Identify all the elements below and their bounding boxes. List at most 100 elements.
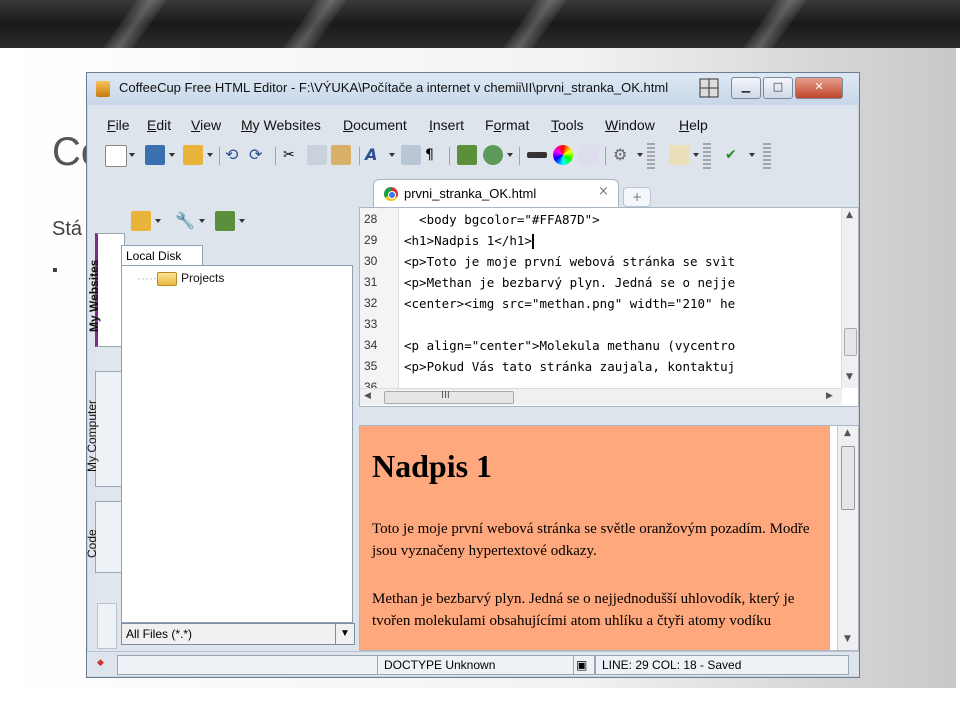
web-icon[interactable] xyxy=(483,145,503,165)
code-line[interactable]: <p>Pokud Vás tato stránka zaujala, konta… xyxy=(404,359,832,374)
image-icon[interactable] xyxy=(457,145,477,165)
status-empty xyxy=(117,655,379,675)
maximize-button[interactable]: □ xyxy=(763,77,793,99)
file-filter-select[interactable]: All Files (*.*) ▼ xyxy=(121,623,355,645)
tree-item-projects[interactable]: ····· Projects xyxy=(137,271,224,286)
preview-scrollbar[interactable]: ▲ ▼ xyxy=(837,426,858,650)
code-line[interactable]: <body bgcolor="#FFA87D"> xyxy=(404,212,832,227)
folder-icon xyxy=(156,271,177,286)
scroll-up-icon[interactable]: ▲ xyxy=(844,428,851,438)
left-scroll-control[interactable] xyxy=(97,603,117,649)
menu-format[interactable]: Format xyxy=(485,117,529,133)
settings-gear-icon[interactable]: ⚙ xyxy=(613,145,633,165)
panel-toggle-icon[interactable]: ◆ xyxy=(97,658,104,668)
redo-icon[interactable]: ⟳ xyxy=(249,145,269,165)
footer-block xyxy=(745,688,845,716)
paragraph-icon[interactable]: ¶ xyxy=(425,145,445,165)
code-horizontal-scrollbar[interactable]: ◀ III ▶ xyxy=(360,388,842,405)
footer-block xyxy=(120,688,270,716)
slide-banner xyxy=(0,0,960,48)
line-number: 35 xyxy=(364,359,378,373)
main-toolbar: ⟲ ⟳ ✂ A ¶ ⚙ ✔ xyxy=(103,143,857,173)
menu-insert[interactable]: Insert xyxy=(429,117,464,133)
menu-tools[interactable]: Tools xyxy=(551,117,584,133)
local-disk-tab[interactable]: Local Disk xyxy=(121,245,203,266)
footer-block xyxy=(640,688,740,716)
code-line[interactable]: <p align="center">Molekula methanu (vyce… xyxy=(404,338,832,353)
window-title: CoffeeCup Free HTML Editor - F:\VÝUKA\Po… xyxy=(119,80,669,95)
status-bar: ◆ DOCTYPE Unknown ▣ LINE: 29 COL: 18 - S… xyxy=(87,651,859,676)
font-icon[interactable]: A xyxy=(365,145,385,165)
line-number: 33 xyxy=(364,317,378,331)
menu-my-websites[interactable]: My Websites xyxy=(241,117,321,133)
scroll-up-icon[interactable]: ▲ xyxy=(846,210,853,220)
paste-icon[interactable] xyxy=(331,145,351,165)
undo-icon[interactable]: ⟲ xyxy=(225,145,245,165)
cursor-position-status: LINE: 29 COL: 18 - Saved xyxy=(595,655,849,675)
close-button[interactable]: ✕ xyxy=(795,77,843,99)
scroll-down-icon[interactable]: ▼ xyxy=(844,634,851,644)
menu-edit[interactable]: Edit xyxy=(147,117,171,133)
folder-tree: ····· Projects xyxy=(121,265,353,623)
preview-heading: Nadpis 1 xyxy=(372,448,493,484)
menu-help[interactable]: Help xyxy=(679,117,708,133)
menu-file[interactable]: File xyxy=(107,117,130,133)
menu-view[interactable]: View xyxy=(191,117,221,133)
menu-bar: File Edit View My Websites Document Inse… xyxy=(95,113,855,135)
preview-page: Nadpis 1 Toto je moje první webová strán… xyxy=(360,426,830,650)
color-picker-icon[interactable] xyxy=(553,145,573,165)
scroll-left-icon[interactable]: ◀ xyxy=(364,391,371,401)
save-status-icon: ▣ xyxy=(573,655,595,675)
chevron-down-icon: ▼ xyxy=(335,624,354,644)
code-vertical-scrollbar[interactable]: ▲ ▼ xyxy=(841,208,858,388)
preview-paragraph-1: Toto je moje první webová stránka se svě… xyxy=(372,521,810,559)
menu-window[interactable]: Window xyxy=(605,117,655,133)
find-icon[interactable] xyxy=(401,145,421,165)
hscroll-thumb[interactable]: III xyxy=(384,390,514,404)
new-file-icon[interactable] xyxy=(105,145,127,167)
new-folder-icon[interactable] xyxy=(131,211,151,231)
scroll-down-icon[interactable]: ▼ xyxy=(846,372,853,382)
code-line[interactable]: <p>Toto je moje první webová stránka se … xyxy=(404,254,832,269)
editor-window: CoffeeCup Free HTML Editor - F:\VÝUKA\Po… xyxy=(85,72,860,678)
tab-close-icon[interactable]: × xyxy=(598,184,609,199)
doctype-status: DOCTYPE Unknown xyxy=(377,655,575,675)
layout-grid-icon[interactable] xyxy=(699,78,719,98)
tools-wrench-icon[interactable]: 🔧 xyxy=(175,211,195,231)
tab-prvni-stranka[interactable]: prvni_stranka_OK.html × xyxy=(373,179,619,208)
code-line[interactable]: <center><img src="methan.png" width="210… xyxy=(404,296,832,311)
minimize-button[interactable]: ▁ xyxy=(731,77,761,99)
menu-document[interactable]: Document xyxy=(343,117,407,133)
line-number: 28 xyxy=(364,212,378,226)
file-browser-toolbar: 🔧 xyxy=(119,209,353,239)
line-number: 30 xyxy=(364,254,378,268)
tab-code-label: Code xyxy=(85,529,99,558)
slide-bullet: ▪ xyxy=(52,262,58,279)
preview-paragraph-2: Methan je bezbarvý plyn. Jedná se o nejj… xyxy=(372,591,795,629)
spellcheck-icon[interactable]: ✔ xyxy=(725,145,745,165)
new-tab-button[interactable]: + xyxy=(623,187,651,207)
live-preview-pane[interactable]: Nadpis 1 Toto je moje první webová strán… xyxy=(359,425,859,651)
scroll-right-icon[interactable]: ▶ xyxy=(826,391,833,401)
text-caret xyxy=(531,234,534,249)
line-number: 29 xyxy=(364,233,378,247)
tab-my-computer-label: My Computer xyxy=(85,399,99,472)
edit-page-icon[interactable] xyxy=(669,145,689,165)
code-line-current[interactable]: <h1>Nadpis 1</h1> xyxy=(404,233,832,249)
side-tab-strip: My Websites My Computer Code xyxy=(85,233,125,653)
open-icon[interactable] xyxy=(183,145,203,165)
title-bar[interactable]: CoffeeCup Free HTML Editor - F:\VÝUKA\Po… xyxy=(87,73,859,105)
line-number: 32 xyxy=(364,296,378,310)
table-icon[interactable] xyxy=(579,145,599,165)
upload-icon[interactable] xyxy=(215,211,235,231)
editor-tab-bar: prvni_stranka_OK.html × + xyxy=(357,177,857,208)
cut-icon[interactable]: ✂ xyxy=(283,145,303,165)
hr-icon[interactable] xyxy=(527,152,547,158)
file-browser-pane: 🔧 Local Disk ····· Projects xyxy=(119,209,353,649)
copy-icon[interactable] xyxy=(307,145,327,165)
code-editor[interactable]: 28 29 30 31 32 33 34 35 36 <body bgcolor… xyxy=(359,207,859,407)
tab-my-websites-label: My Websites xyxy=(87,259,101,332)
tab-file-name: prvni_stranka_OK.html xyxy=(404,186,537,201)
save-icon[interactable] xyxy=(145,145,165,165)
code-line[interactable]: <p>Methan je bezbarvý plyn. Jedná se o n… xyxy=(404,275,832,290)
